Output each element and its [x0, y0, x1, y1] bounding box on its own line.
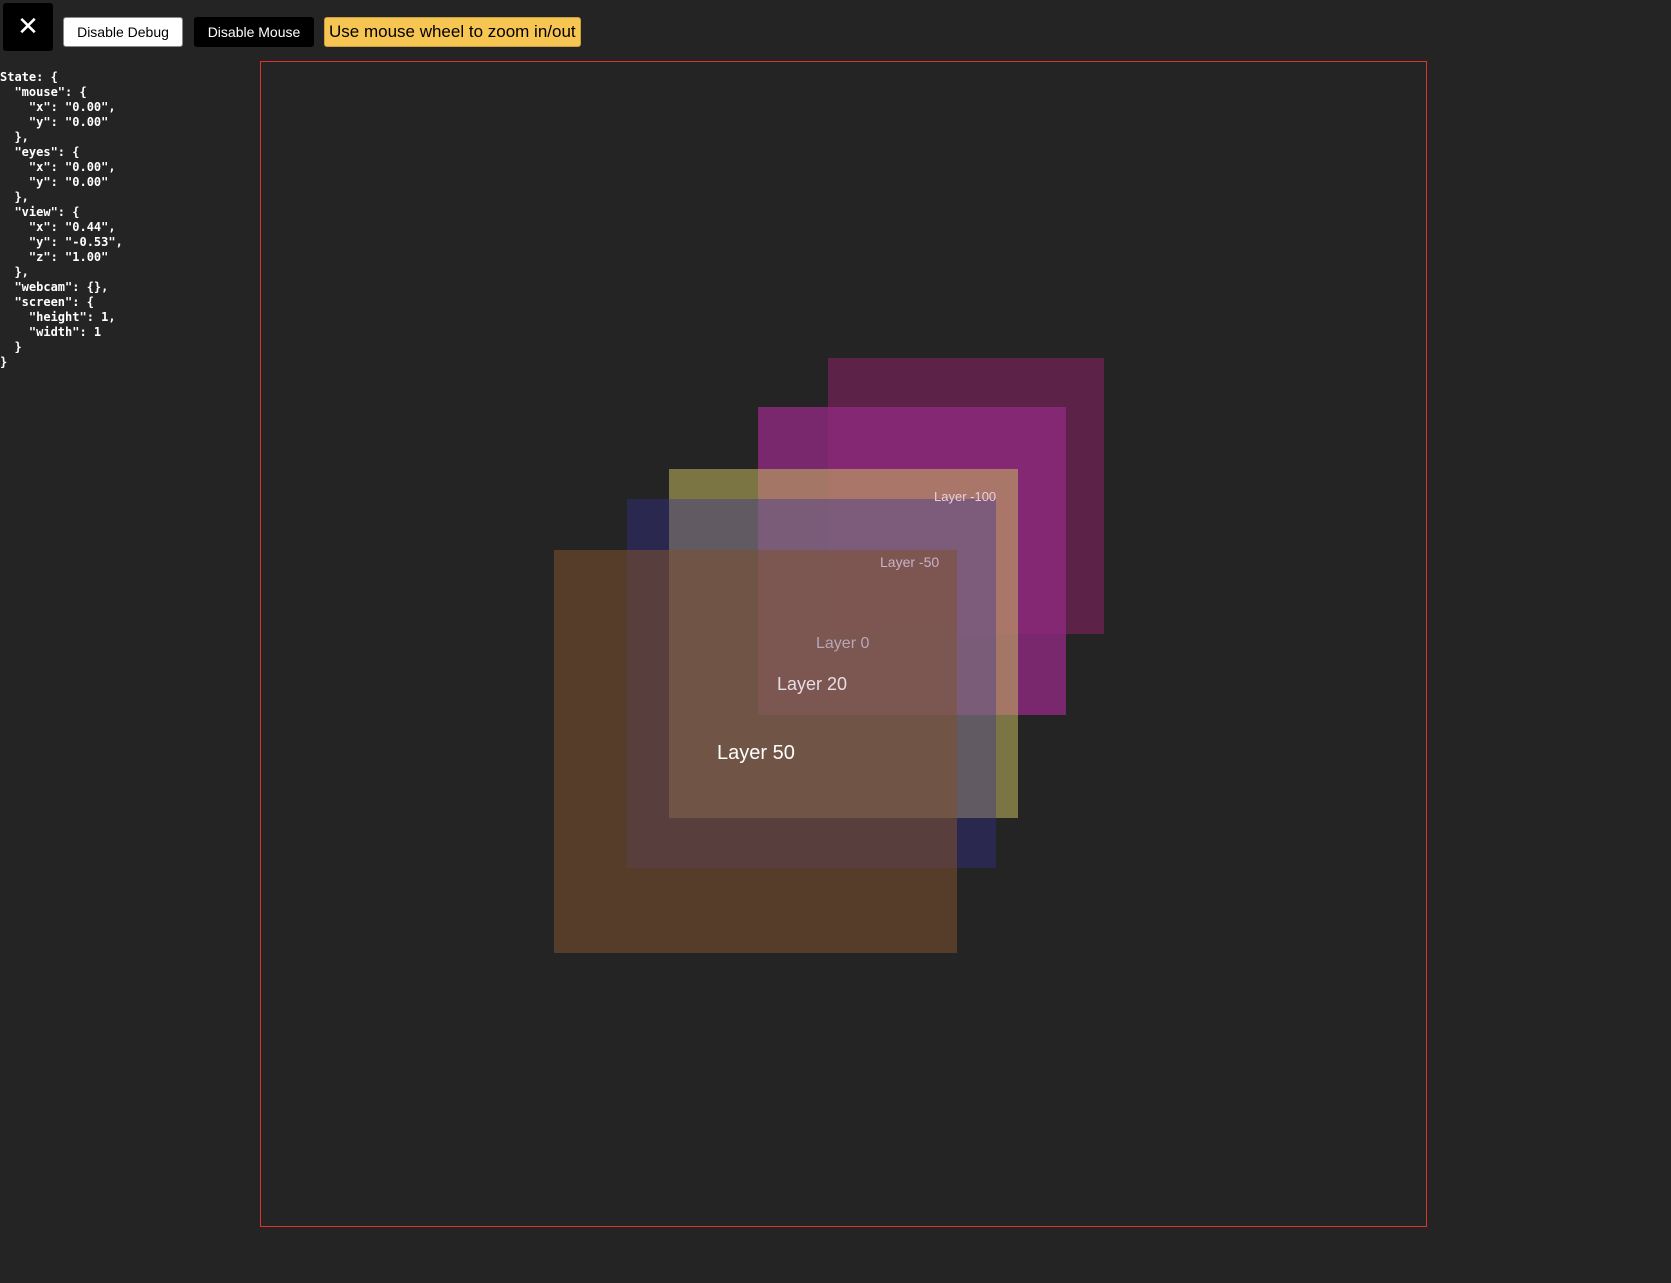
- zoom-hint-badge: Use mouse wheel to zoom in/out: [324, 17, 581, 47]
- close-button[interactable]: ✕: [3, 3, 53, 51]
- debug-state-readout: State: { "mouse": { "x": "0.00", "y": "0…: [0, 70, 123, 369]
- layer-minus-50-label: Layer -50: [880, 554, 940, 570]
- disable-debug-label: Disable Debug: [77, 24, 169, 40]
- layer-20-label: Layer 20: [777, 674, 848, 694]
- zoom-hint-text: Use mouse wheel to zoom in/out: [329, 22, 576, 41]
- layer-minus-100-label: Layer -100: [934, 489, 997, 504]
- parallax-viewport[interactable]: Layer -100 Layer -50 Layer 0 Layer 20 La…: [260, 61, 1427, 1227]
- disable-debug-button[interactable]: Disable Debug: [63, 17, 183, 47]
- layer-50-label: Layer 50: [717, 742, 795, 764]
- layer-0-label: Layer 0: [816, 635, 870, 652]
- disable-mouse-button[interactable]: Disable Mouse: [194, 17, 314, 47]
- disable-mouse-label: Disable Mouse: [207, 24, 301, 40]
- close-icon: ✕: [17, 12, 39, 42]
